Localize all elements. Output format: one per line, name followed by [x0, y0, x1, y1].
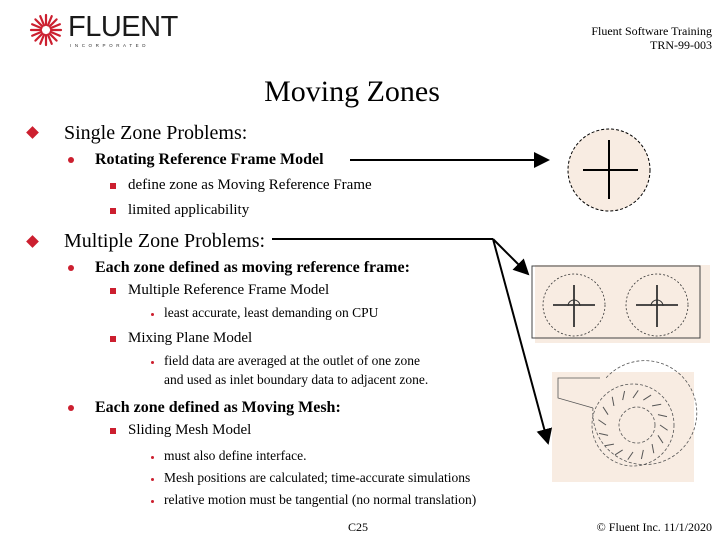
page-number: C25	[348, 520, 369, 534]
copyright: © Fluent Inc. 11/1/2020	[596, 520, 712, 534]
two-rotating-zones-diagram	[531, 265, 710, 343]
diagram-layer	[272, 128, 710, 482]
single-rotating-zone-diagram	[567, 128, 651, 212]
impeller-volute-diagram	[552, 360, 698, 482]
